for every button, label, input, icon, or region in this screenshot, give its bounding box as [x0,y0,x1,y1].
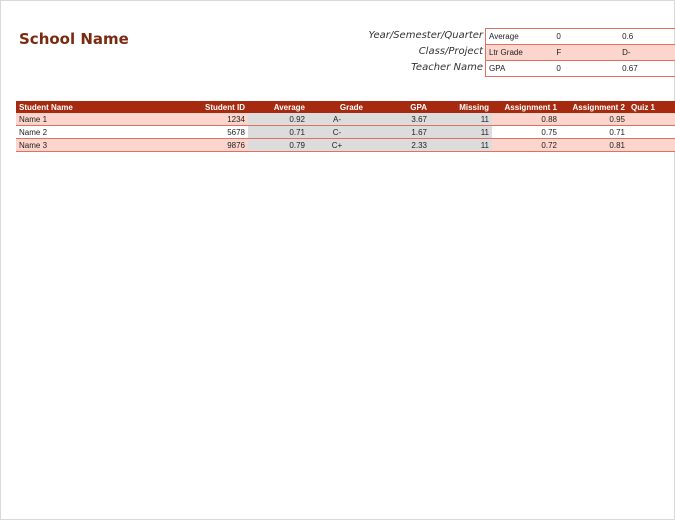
assignment-2-cell[interactable]: 0.71 [560,125,628,139]
scale-cell[interactable]: D- [619,44,675,61]
header-gpa[interactable]: GPA [366,101,430,113]
missing-cell[interactable]: 11 [430,113,492,126]
assignment-2-cell[interactable]: 0.81 [560,138,628,152]
student-grades-table: Student Name Student ID Average Grade GP… [16,101,675,152]
scale-row-average: Average 0 0.6 [485,28,675,45]
gpa-cell[interactable]: 2.33 [366,138,430,152]
average-cell[interactable]: 0.71 [248,125,308,139]
student-id-cell[interactable]: 9876 [186,138,248,152]
grade-cell[interactable]: C+ [308,138,366,152]
grade-cell[interactable]: C- [308,125,366,139]
header-grade[interactable]: Grade [308,101,366,113]
table-row: Name 1 1234 0.92 A- 3.67 11 0.88 0.95 [16,113,675,126]
scale-row-letter-grade: Ltr Grade F D- [485,44,675,61]
header-assignment-2[interactable]: Assignment 2 [560,101,628,113]
student-name-cell[interactable]: Name 3 [16,138,186,152]
header-student-name[interactable]: Student Name [16,101,186,113]
meta-labels: Year/Semester/Quarter Class/Project Teac… [340,28,483,76]
assignment-1-cell[interactable]: 0.72 [492,138,560,152]
assignment-1-cell[interactable]: 0.75 [492,125,560,139]
gpa-cell[interactable]: 1.67 [366,125,430,139]
scale-cell[interactable]: 0 [553,60,620,77]
table-header-row: Student Name Student ID Average Grade GP… [16,101,675,113]
scale-label[interactable]: Ltr Grade [485,44,554,61]
assignment-2-cell[interactable]: 0.95 [560,113,628,126]
gpa-cell[interactable]: 3.67 [366,113,430,126]
quiz-1-cell[interactable] [628,138,675,152]
scale-cell[interactable]: 0.6 [619,28,675,45]
header-assignment-1[interactable]: Assignment 1 [492,101,560,113]
average-cell[interactable]: 0.79 [248,138,308,152]
school-name-title[interactable]: School Name [19,30,129,48]
student-name-cell[interactable]: Name 2 [16,125,186,139]
header-missing[interactable]: Missing [430,101,492,113]
student-id-cell[interactable]: 5678 [186,125,248,139]
header-quiz-1[interactable]: Quiz 1 [628,101,675,113]
missing-cell[interactable]: 11 [430,125,492,139]
assignment-1-cell[interactable]: 0.88 [492,113,560,126]
scale-row-gpa: GPA 0 0.67 [485,60,675,77]
grade-scale-table: Average 0 0.6 Ltr Grade F D- GPA 0 0.67 [485,28,675,77]
header-average[interactable]: Average [248,101,308,113]
scale-label[interactable]: Average [485,28,554,45]
sheet-area [0,0,675,520]
quiz-1-cell[interactable] [628,113,675,126]
student-id-cell[interactable]: 1234 [186,113,248,126]
table-row: Name 3 9876 0.79 C+ 2.33 11 0.72 0.81 [16,138,675,152]
scale-label[interactable]: GPA [485,60,554,77]
quiz-1-cell[interactable] [628,125,675,139]
scale-cell[interactable]: F [553,44,620,61]
class-project-label[interactable]: Class/Project [340,44,483,60]
grade-cell[interactable]: A- [308,113,366,126]
missing-cell[interactable]: 11 [430,138,492,152]
teacher-name-label[interactable]: Teacher Name [340,60,483,76]
scale-cell[interactable]: 0 [553,28,620,45]
header-student-id[interactable]: Student ID [186,101,248,113]
year-semester-label[interactable]: Year/Semester/Quarter [340,28,483,44]
student-name-cell[interactable]: Name 1 [16,113,186,126]
table-row: Name 2 5678 0.71 C- 1.67 11 0.75 0.71 [16,125,675,139]
average-cell[interactable]: 0.92 [248,113,308,126]
scale-cell[interactable]: 0.67 [619,60,675,77]
